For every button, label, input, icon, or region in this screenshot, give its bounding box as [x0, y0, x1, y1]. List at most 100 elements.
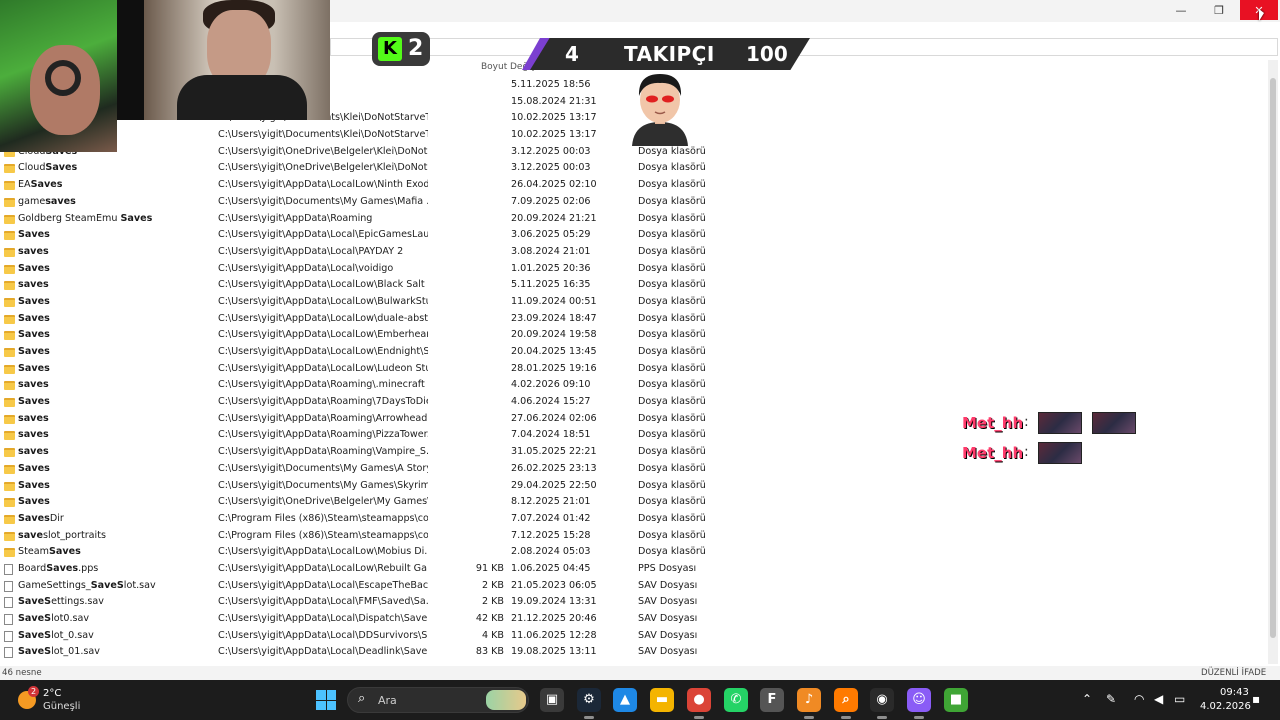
result-name[interactable]: Saves — [18, 329, 214, 341]
name-match: Saves — [18, 496, 50, 508]
result-name[interactable]: Saves — [18, 363, 214, 375]
result-name[interactable]: saves — [18, 279, 214, 291]
result-row[interactable]: Saves C:\Users\yigit\Documents\My Games\S… — [0, 478, 720, 495]
taskbar-app-discord-like-icon[interactable]: ☺ — [907, 688, 931, 712]
column-header-size[interactable]: Boyut — [481, 62, 507, 74]
result-name[interactable]: saveslot_portraits — [18, 530, 214, 542]
result-row[interactable]: Goldberg SteamEmu Saves C:\Users\yigit\Ap… — [0, 211, 720, 228]
result-row[interactable]: saves C:\Users\yigit\AppData\Roaming\Arro… — [0, 411, 720, 428]
taskbar-app-task-view-icon[interactable]: ▣ — [540, 688, 564, 712]
result-date: 20.04.2025 13:45 — [511, 346, 597, 357]
volume-icon[interactable]: ◀ — [1154, 692, 1163, 706]
pen-icon[interactable]: ✎ — [1106, 692, 1116, 706]
result-name[interactable]: Saves — [18, 396, 214, 408]
result-name[interactable]: BoardSaves.pps — [18, 563, 214, 575]
result-row[interactable]: BoardSaves.pps C:\Users\yigit\AppData\Loc… — [0, 561, 720, 578]
start-button-icon[interactable] — [316, 690, 336, 710]
taskbar-app-f-app-icon[interactable]: F — [760, 688, 784, 712]
result-name[interactable]: SavesDir — [18, 513, 214, 525]
result-row[interactable]: Saves C:\Users\yigit\AppData\LocalLow\End… — [0, 344, 720, 361]
result-name[interactable]: EASaves — [18, 179, 214, 191]
taskbar-app-photos-icon[interactable]: ▲ — [613, 688, 637, 712]
result-row[interactable]: saves C:\Users\yigit\AppData\Roaming\Vamp… — [0, 444, 720, 461]
webcam-feed-left — [0, 0, 117, 152]
result-row[interactable]: SaveSettings.sav C:\Users\yigit\AppData\L… — [0, 594, 720, 611]
result-row[interactable]: saves C:\Users\yigit\AppData\Roaming\.min… — [0, 377, 720, 394]
weather-description[interactable]: Güneşli — [43, 701, 80, 712]
result-row[interactable]: saves C:\Users\yigit\AppData\Roaming\Pizz… — [0, 427, 720, 444]
maximize-button[interactable]: ❐ — [1200, 0, 1238, 20]
result-path: C:\Users\yigit\AppData\LocalLow\Endnight… — [218, 346, 428, 357]
scrollbar-thumb[interactable] — [1270, 78, 1276, 638]
result-name[interactable]: Goldberg SteamEmu Saves — [18, 213, 214, 225]
notification-bell-icon[interactable]: ▪ — [1252, 692, 1260, 706]
result-name[interactable]: SaveSlot_0.sav — [18, 630, 214, 642]
taskbar-app-chrome-icon[interactable]: ● — [687, 688, 711, 712]
result-row[interactable]: SavesDir C:\Program Files (x86)\Steam\ste… — [0, 511, 720, 528]
taskbar-search[interactable]: ⌕ Ara — [347, 687, 529, 713]
result-row[interactable]: Saves C:\Users\yigit\Documents\My Games\A… — [0, 461, 720, 478]
taskbar-app-whatsapp-icon[interactable]: ✆ — [724, 688, 748, 712]
result-row[interactable]: SaveSlot0.sav C:\Users\yigit\AppData\Loca… — [0, 611, 720, 628]
taskbar-app-search-everything-icon[interactable]: ⌕ — [834, 688, 858, 712]
result-name[interactable]: Saves — [18, 496, 214, 508]
chevron-up-icon[interactable]: ⌃ — [1082, 692, 1092, 706]
result-date: 23.09.2024 18:47 — [511, 312, 597, 324]
result-row[interactable]: SaveSlot_0.sav C:\Users\yigit\AppData\Loc… — [0, 628, 720, 645]
result-row[interactable]: Saves C:\Users\yigit\AppData\LocalLow\dua… — [0, 311, 720, 328]
result-name[interactable]: saves — [18, 413, 214, 425]
result-row[interactable]: SteamSaves C:\Users\yigit\AppData\LocalLo… — [0, 544, 720, 561]
result-row[interactable]: SaveSlot_01.sav C:\Users\yigit\AppData\Lo… — [0, 644, 720, 661]
result-name[interactable]: Saves — [18, 263, 214, 275]
vertical-scrollbar[interactable] — [1268, 60, 1278, 664]
name-match: Saves — [48, 546, 81, 558]
result-name[interactable]: Saves — [18, 346, 214, 358]
result-row[interactable]: Saves C:\Users\yigit\AppData\LocalLow\Bul… — [0, 294, 720, 311]
result-date: 1.01.2025 20:36 — [511, 262, 591, 274]
result-name[interactable]: CloudSaves — [18, 162, 214, 174]
result-name[interactable]: Saves — [18, 313, 214, 325]
clock-time[interactable]: 09:43 — [1220, 687, 1249, 698]
result-name[interactable]: SaveSlot0.sav — [18, 613, 214, 625]
regex-indicator[interactable]: DÜZENLİ İFADE — [1201, 668, 1266, 678]
result-row[interactable]: saves C:\Users\yigit\AppData\LocalLow\Bla… — [0, 277, 720, 294]
taskbar-app-steam-icon[interactable]: ⚙ — [577, 688, 601, 712]
result-row[interactable]: saveslot_portraits C:\Program Files (x86)… — [0, 528, 720, 545]
result-row[interactable]: CloudSaves C:\Users\yigit\OneDrive\Belgel… — [0, 160, 720, 177]
result-name[interactable]: saves — [18, 379, 214, 391]
result-row[interactable]: Saves C:\Users\yigit\AppData\LocalLow\Lud… — [0, 361, 720, 378]
taskbar-app-fl-studio-icon[interactable]: ♪ — [797, 688, 821, 712]
result-row[interactable]: Saves C:\Users\yigit\AppData\Local\EpicGa… — [0, 227, 720, 244]
taskbar-app-obs-icon[interactable]: ◉ — [870, 688, 894, 712]
result-row[interactable]: Saves C:\Users\yigit\AppData\LocalLow\Emb… — [0, 327, 720, 344]
result-name[interactable]: saves — [18, 246, 214, 258]
result-name[interactable]: Saves — [18, 480, 214, 492]
taskbar-app-minecraft-icon[interactable]: ■ — [944, 688, 968, 712]
weather-temperature[interactable]: 2°C — [43, 688, 61, 699]
result-name[interactable]: Saves — [18, 463, 214, 475]
result-name[interactable]: SaveSettings.sav — [18, 596, 214, 608]
result-row[interactable]: Saves C:\Users\yigit\OneDrive\Belgeler\My… — [0, 494, 720, 511]
result-name[interactable]: GameSettings_SaveSlot.sav — [18, 580, 214, 592]
result-name[interactable]: gamesaves — [18, 196, 214, 208]
result-type: SAV Dosyası — [638, 646, 698, 658]
result-name[interactable]: saves — [18, 446, 214, 458]
battery-icon[interactable]: ▭ — [1174, 692, 1185, 706]
result-name[interactable]: SaveSlot_01.sav — [18, 646, 214, 658]
result-row[interactable]: Saves C:\Users\yigit\AppData\Roaming\7Day… — [0, 394, 720, 411]
result-name[interactable]: Saves — [18, 229, 214, 241]
wifi-icon[interactable]: ◠ — [1134, 692, 1144, 706]
result-date: 1.06.2025 04:45 — [511, 562, 591, 574]
result-row[interactable]: EASaves C:\Users\yigit\AppData\LocalLow\N… — [0, 177, 720, 194]
folder-icon — [4, 314, 15, 324]
result-row[interactable]: saves C:\Users\yigit\AppData\Local\PAYDAY… — [0, 244, 720, 261]
result-row[interactable]: gamesaves C:\Users\yigit\Documents\My Gam… — [0, 194, 720, 211]
result-name[interactable]: SteamSaves — [18, 546, 214, 558]
result-name[interactable]: Saves — [18, 296, 214, 308]
result-row[interactable]: GameSettings_SaveSlot.sav C:\Users\yigit\… — [0, 578, 720, 595]
taskbar-app-file-explorer-icon[interactable]: ▬ — [650, 688, 674, 712]
result-row[interactable]: Saves C:\Users\yigit\AppData\Local\voidig… — [0, 261, 720, 278]
clock-date[interactable]: 4.02.2026 — [1200, 701, 1251, 712]
minimize-button[interactable]: — — [1162, 0, 1200, 20]
result-name[interactable]: saves — [18, 429, 214, 441]
